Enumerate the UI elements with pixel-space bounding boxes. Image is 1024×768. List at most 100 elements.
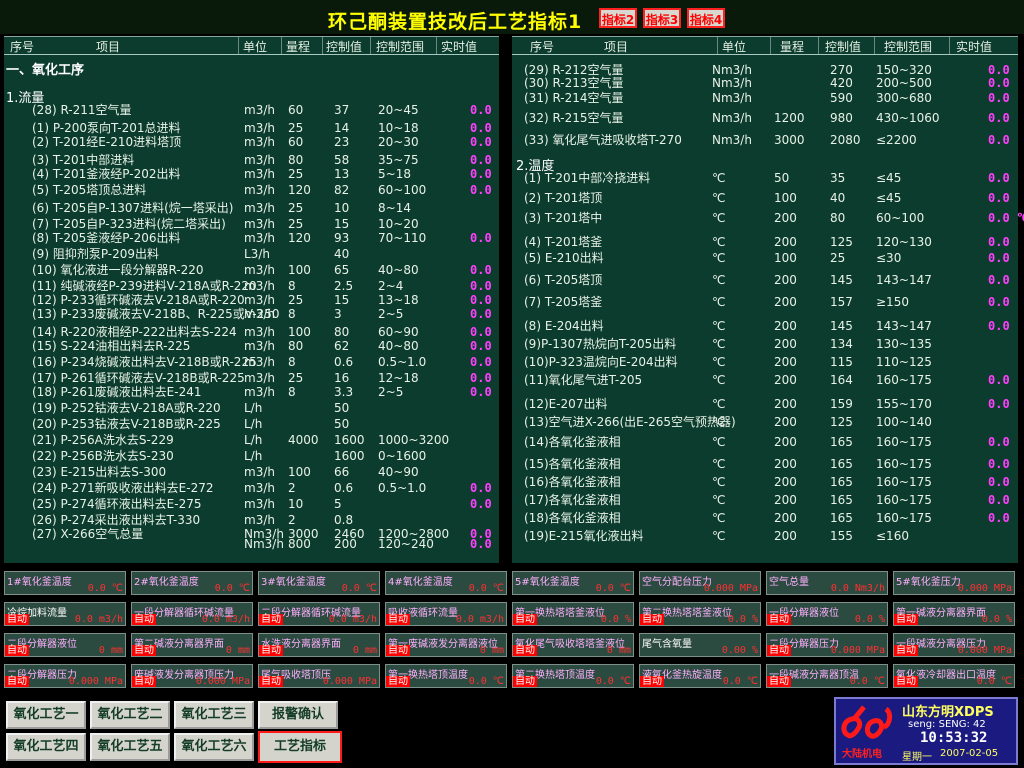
nav-oxidation-3-button[interactable]: 氧化工艺三 — [174, 701, 254, 729]
row-unit: ℃ — [712, 529, 726, 543]
status-value: 0.0 ℃ — [468, 676, 504, 687]
row-control-range: ≤45 — [876, 171, 902, 185]
alarm-ack-button[interactable]: 报警确认 — [258, 701, 338, 729]
row-realtime-value: 0.0 — [988, 295, 1010, 309]
row-unit: m3/h — [244, 279, 275, 293]
table-row: (8) E-204出料 ℃ 200 145 143~147 0.0 — [512, 319, 1018, 333]
row-realtime-value: 0.0 — [988, 273, 1010, 287]
status-cell[interactable]: 2#氧化釜温度 0.0 ℃ — [131, 571, 253, 595]
indicator-3-button[interactable]: 指标3 — [643, 8, 681, 28]
row-item: (6) T-205塔顶 — [524, 273, 603, 287]
status-cell[interactable]: 氧化尾气吸收塔塔釜液位 0 mm 自动 — [512, 633, 634, 657]
row-control: 165 — [830, 435, 853, 449]
status-cell[interactable]: 一段碱液分离器顶温 0.0 ℃ 自动 — [766, 664, 888, 688]
status-cell[interactable]: 第一换热塔塔釜液位 0.0 % 自动 — [512, 602, 634, 626]
row-control-range: 0.5~1.0 — [378, 481, 427, 495]
auto-mode-badge: 自动 — [767, 614, 791, 625]
nav-oxidation-1-button[interactable]: 氧化工艺一 — [6, 701, 86, 729]
row-realtime-value: 0.0 — [470, 307, 492, 321]
status-label: 空气总量 — [769, 577, 809, 588]
row-unit: m3/h — [244, 183, 275, 197]
row-control-range: 120~240 — [378, 537, 434, 551]
table-row: (5) T-205塔顶总进料 m3/h 120 82 60~100 0.0 — [4, 183, 499, 197]
table-row: (13) P-233废碱液去V-218B、R-225或V-250 m3/h 8 3 2~… — [4, 307, 499, 321]
row-control-range: 10~20 — [378, 217, 419, 231]
row-control: 165 — [830, 475, 853, 489]
table-row: (17)各氧化釜液相 ℃ 200 165 160~175 0.0 — [512, 493, 1018, 507]
table-row: (19)E-215氧化液出料 ℃ 200 155 ≤160 — [512, 529, 1018, 543]
status-cell[interactable]: 二段分解器压力 0.000 MPa 自动 — [766, 633, 888, 657]
row-item: (19) P-252钴液去V-218A或R-220 — [32, 401, 221, 415]
indicator-2-button[interactable]: 指标2 — [599, 8, 637, 28]
row-range: 200 — [774, 373, 797, 387]
status-cell[interactable]: 3#氧化釜温度 0.0 ℃ — [258, 571, 380, 595]
status-cell[interactable]: 二段分解器循环碱流量 0.0 m3/h 自动 — [258, 602, 380, 626]
row-control: 0.6 — [334, 481, 354, 495]
status-cell[interactable]: 水洗液分离器界面 0 mm 自动 — [258, 633, 380, 657]
status-cell[interactable]: 空气总量 0.0 Nm3/h — [766, 571, 888, 595]
process-indicator-button[interactable]: 工艺指标 — [258, 731, 342, 763]
status-cell[interactable]: 尾气含氧量 0.00 % — [639, 633, 761, 657]
nav-oxidation-4-button[interactable]: 氧化工艺四 — [6, 733, 86, 761]
status-cell[interactable]: 第二换热塔塔釜液位 0.0 % 自动 — [639, 602, 761, 626]
auto-mode-badge: 自动 — [894, 614, 918, 625]
table-row: (24) P-271新吸收液出料去E-272 m3/h 2 0.6 0.5~1.0 0.0 — [4, 481, 499, 495]
row-realtime-value: 0.0 — [988, 171, 1010, 185]
row-control: 15 — [334, 293, 350, 307]
row-control: 2080 — [830, 133, 861, 147]
status-value: 0.0 ℃ — [976, 676, 1012, 687]
status-cell[interactable]: 第一碱液分离器界面 0.0 % 自动 — [893, 602, 1015, 626]
status-cell[interactable]: 废碱液发分离器顶压力 0.000 MPa 自动 — [131, 664, 253, 688]
auto-mode-badge: 自动 — [386, 676, 410, 687]
row-item: (10)P-323温烷向E-204出料 — [524, 355, 678, 369]
status-cell[interactable]: 二段分解器液位 0 mm 自动 — [4, 633, 126, 657]
indicator-4-button[interactable]: 指标4 — [687, 8, 725, 28]
row-unit: m3/h — [244, 201, 275, 215]
row-realtime-value: 0.0 — [470, 293, 492, 307]
row-range: 200 — [774, 355, 797, 369]
status-cell[interactable]: 液氧化釜热旋温度 0.0 ℃ 自动 — [639, 664, 761, 688]
row-control-range: 2~5 — [378, 307, 404, 321]
row-control: 5 — [334, 497, 342, 511]
row-range: 200 — [774, 235, 797, 249]
nav-oxidation-6-button[interactable]: 氧化工艺六 — [174, 733, 254, 761]
status-value: 0.0 ℃ — [595, 583, 631, 594]
row-realtime-value: 0.0 — [470, 153, 492, 167]
status-cell[interactable]: 尾气吸收塔顶压 0.000 MPa 自动 — [258, 664, 380, 688]
status-cell[interactable]: 一段分解器液位 0.0 % 自动 — [766, 602, 888, 626]
status-label: 空气分配台压力 — [642, 577, 712, 588]
row-item: (28) R-211空气量 — [32, 103, 132, 117]
row-unit: L/h — [244, 449, 263, 463]
status-cell[interactable]: 吸收液循环流量 0.0 m3/h 自动 — [385, 602, 507, 626]
nav-oxidation-2-button[interactable]: 氧化工艺二 — [90, 701, 170, 729]
row-control: 145 — [830, 273, 853, 287]
row-realtime-value: 0.0 — [988, 457, 1010, 471]
company-label: 山东方明XDPS — [902, 705, 994, 720]
status-cell[interactable]: 5#氧化釜压力 0.000 MPa — [893, 571, 1015, 595]
row-item: (8) E-204出料 — [524, 319, 604, 333]
row-realtime-value: 0.0 — [988, 511, 1010, 525]
status-cell[interactable]: 一段碱液分离器压力 0.000 MPa 自动 — [893, 633, 1015, 657]
nav-oxidation-5-button[interactable]: 氧化工艺五 — [90, 733, 170, 761]
status-cell[interactable]: 第二换热塔顶温度 0.0 ℃ 自动 — [512, 664, 634, 688]
status-cell[interactable]: 第一废碱液发分离器液位 0 mm 自动 — [385, 633, 507, 657]
row-control-range: 5~18 — [378, 167, 411, 181]
row-item: (32) R-215空气量 — [524, 111, 624, 125]
status-cell[interactable]: 氧化液冷却器出口温度 0.0 ℃ 自动 — [893, 664, 1015, 688]
status-cell[interactable]: 4#氧化釜温度 0.0 ℃ — [385, 571, 507, 595]
col-divider — [949, 37, 950, 54]
status-cell[interactable]: 第一换热塔顶温度 0.0 ℃ 自动 — [385, 664, 507, 688]
table-row: (15) S-224油相出料去R-225 m3/h 80 62 40~80 0.0 — [4, 339, 499, 353]
status-cell[interactable]: 冷烷加料流量 0.0 m3/h 自动 — [4, 602, 126, 626]
row-control-range: ≤160 — [876, 529, 909, 543]
status-cell[interactable]: 5#氧化釜温度 0.0 ℃ — [512, 571, 634, 595]
status-value: 0.0 m3/h — [74, 614, 123, 625]
row-range: 200 — [774, 511, 797, 525]
status-cell[interactable]: 第二碱液分离器界面 0 mm 自动 — [131, 633, 253, 657]
status-cell[interactable]: 二段分解器压力 0.000 MPa 自动 — [4, 664, 126, 688]
status-cell[interactable]: 一段分解器循环碱流量 0.0 m3/h 自动 — [131, 602, 253, 626]
row-control: 200 — [334, 537, 357, 551]
status-cell[interactable]: 空气分配台压力 0.000 MPa — [639, 571, 761, 595]
row-item: (3) T-201塔中 — [524, 211, 603, 225]
status-cell[interactable]: 1#氧化釜温度 0.0 ℃ — [4, 571, 126, 595]
